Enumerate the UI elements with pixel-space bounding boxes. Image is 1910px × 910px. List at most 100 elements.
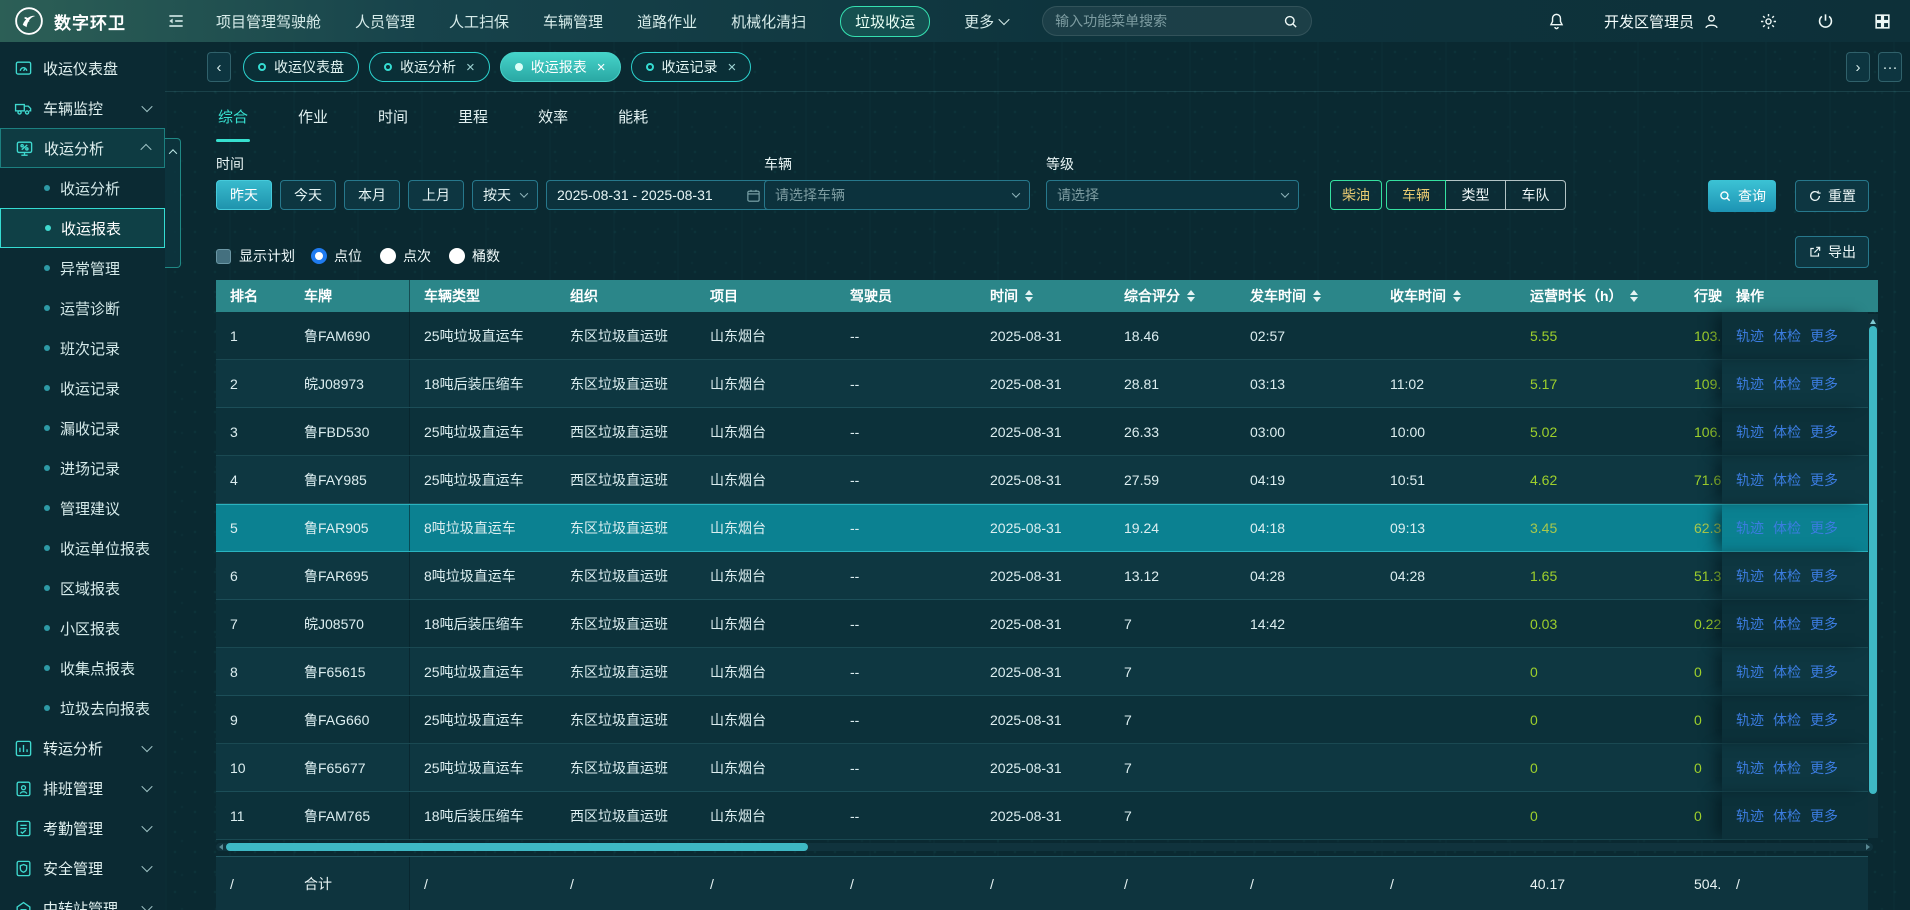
- subtab-1[interactable]: 作业: [296, 102, 330, 138]
- top-menu-item[interactable]: 机械化清扫: [731, 11, 806, 32]
- column-header-date[interactable]: 时间: [976, 280, 1110, 312]
- action-link[interactable]: 体检: [1773, 470, 1801, 490]
- top-menu-item[interactable]: 垃圾收运: [840, 6, 930, 37]
- action-link[interactable]: 更多: [1810, 470, 1838, 490]
- metric-radio[interactable]: 点位: [311, 246, 362, 266]
- action-link[interactable]: 更多: [1810, 662, 1838, 682]
- action-link[interactable]: 轨迹: [1736, 662, 1764, 682]
- vertical-scrollbar-thumb[interactable]: [1869, 326, 1877, 794]
- sidebar-subitem[interactable]: 收运分析: [0, 168, 165, 208]
- horizontal-scrollbar-thumb[interactable]: [226, 843, 808, 851]
- action-link[interactable]: 轨迹: [1736, 518, 1764, 538]
- sidebar-subitem[interactable]: 垃圾去向报表: [0, 688, 165, 728]
- show-plan-checkbox[interactable]: [216, 249, 231, 264]
- sidebar-item[interactable]: 考勤管理: [0, 808, 165, 848]
- table-row[interactable]: 4鲁FAY98525吨垃圾直运车西区垃圾直运班山东烟台--2025-08-312…: [216, 456, 1868, 504]
- action-link[interactable]: 轨迹: [1736, 422, 1764, 442]
- column-header-depart[interactable]: 发车时间: [1236, 280, 1376, 312]
- action-link[interactable]: 轨迹: [1736, 326, 1764, 346]
- granularity-select[interactable]: 按天: [472, 180, 538, 210]
- date-quick-button[interactable]: 上月: [408, 180, 464, 210]
- column-header-score[interactable]: 综合评分: [1110, 280, 1236, 312]
- top-menu-item[interactable]: 人员管理: [355, 11, 415, 32]
- table-row[interactable]: 7皖J0857018吨后装压缩车东区垃圾直运班山东烟台--2025-08-317…: [216, 600, 1868, 648]
- action-link[interactable]: 轨迹: [1736, 374, 1764, 394]
- vertical-scrollbar[interactable]: [1868, 314, 1878, 838]
- tab-pill[interactable]: 收运报表×: [500, 52, 621, 82]
- action-link[interactable]: 体检: [1773, 374, 1801, 394]
- column-header-duration[interactable]: 运营时长（h）: [1516, 280, 1680, 312]
- tabs-scroll-right-button[interactable]: ›: [1846, 52, 1870, 82]
- export-button[interactable]: 导出: [1795, 236, 1869, 268]
- action-link[interactable]: 更多: [1810, 566, 1838, 586]
- sort-icon[interactable]: [1187, 286, 1195, 306]
- action-link[interactable]: 轨迹: [1736, 566, 1764, 586]
- action-link[interactable]: 更多: [1810, 374, 1838, 394]
- power-icon[interactable]: [1816, 12, 1835, 31]
- tab-pill[interactable]: 收运分析×: [369, 52, 490, 82]
- table-row[interactable]: 10鲁F6567725吨垃圾直运车东区垃圾直运班山东烟台--2025-08-31…: [216, 744, 1868, 792]
- sidebar-subitem[interactable]: 收运记录: [0, 368, 165, 408]
- close-icon[interactable]: ×: [597, 59, 606, 76]
- sidebar-subitem[interactable]: 小区报表: [0, 608, 165, 648]
- user-area[interactable]: 开发区管理员: [1604, 11, 1721, 32]
- action-link[interactable]: 轨迹: [1736, 806, 1764, 826]
- table-row[interactable]: 11鲁FAM76518吨后装压缩车西区垃圾直运班山东烟台--2025-08-31…: [216, 792, 1868, 840]
- metric-radio[interactable]: 点次: [380, 246, 431, 266]
- level-select[interactable]: 请选择: [1046, 180, 1299, 210]
- tabs-scroll-left-button[interactable]: ‹: [207, 52, 231, 82]
- action-link[interactable]: 体检: [1773, 710, 1801, 730]
- sort-icon[interactable]: [1630, 286, 1638, 306]
- sidebar-item[interactable]: 中转站管理: [0, 888, 165, 910]
- action-link[interactable]: 体检: [1773, 422, 1801, 442]
- close-icon[interactable]: ×: [728, 59, 737, 76]
- menu-search-input[interactable]: [1055, 13, 1282, 29]
- action-link[interactable]: 体检: [1773, 518, 1801, 538]
- sidebar-item[interactable]: 排班管理: [0, 768, 165, 808]
- sidebar-subitem[interactable]: 运营诊断: [0, 288, 165, 328]
- sort-icon[interactable]: [1453, 286, 1461, 306]
- action-link[interactable]: 更多: [1810, 326, 1838, 346]
- tabs-more-button[interactable]: ···: [1878, 52, 1902, 82]
- action-link[interactable]: 轨迹: [1736, 758, 1764, 778]
- action-link[interactable]: 更多: [1810, 422, 1838, 442]
- search-icon[interactable]: [1282, 13, 1299, 30]
- subtab-2[interactable]: 时间: [376, 102, 410, 138]
- sidebar-subitem[interactable]: 收运单位报表: [0, 528, 165, 568]
- reset-button[interactable]: 重置: [1795, 180, 1869, 212]
- sidebar-subitem[interactable]: 漏收记录: [0, 408, 165, 448]
- table-row[interactable]: 6鲁FAR6958吨垃圾直运车东区垃圾直运班山东烟台--2025-08-3113…: [216, 552, 1868, 600]
- action-link[interactable]: 更多: [1810, 518, 1838, 538]
- horizontal-scrollbar[interactable]: [216, 843, 1873, 851]
- sidebar-subitem[interactable]: 区域报表: [0, 568, 165, 608]
- segment-button[interactable]: 车队: [1506, 180, 1566, 210]
- top-menu-item[interactable]: 项目管理驾驶舱: [216, 11, 321, 32]
- sidebar-item[interactable]: 收运分析: [0, 128, 165, 168]
- top-menu-item[interactable]: 更多: [964, 11, 1008, 32]
- vehicle-select[interactable]: 请选择车辆: [764, 180, 1030, 210]
- subtab-5[interactable]: 能耗: [616, 102, 650, 138]
- top-menu-item[interactable]: 车辆管理: [543, 11, 603, 32]
- date-quick-button[interactable]: 今天: [280, 180, 336, 210]
- sort-icon[interactable]: [1025, 286, 1033, 306]
- action-link[interactable]: 轨迹: [1736, 470, 1764, 490]
- action-link[interactable]: 轨迹: [1736, 614, 1764, 634]
- sidebar-subitem[interactable]: 管理建议: [0, 488, 165, 528]
- tab-pill[interactable]: 收运仪表盘: [243, 52, 359, 82]
- subtab-4[interactable]: 效率: [536, 102, 570, 138]
- sidebar-subitem[interactable]: 进场记录: [0, 448, 165, 488]
- query-button[interactable]: 查询: [1708, 180, 1776, 212]
- action-link[interactable]: 体检: [1773, 614, 1801, 634]
- sidebar-subitem[interactable]: 异常管理: [0, 248, 165, 288]
- table-row[interactable]: 3鲁FBD53025吨垃圾直运车西区垃圾直运班山东烟台--2025-08-312…: [216, 408, 1868, 456]
- date-quick-button[interactable]: 本月: [344, 180, 400, 210]
- apps-grid-icon[interactable]: [1873, 12, 1892, 31]
- date-quick-button[interactable]: 昨天: [216, 180, 272, 210]
- action-link[interactable]: 体检: [1773, 758, 1801, 778]
- menu-search[interactable]: [1042, 6, 1312, 36]
- top-menu-item[interactable]: 道路作业: [637, 11, 697, 32]
- sidebar-subitem[interactable]: 班次记录: [0, 328, 165, 368]
- action-link[interactable]: 更多: [1810, 614, 1838, 634]
- tab-pill[interactable]: 收运记录×: [631, 52, 752, 82]
- column-header-return[interactable]: 收车时间: [1376, 280, 1516, 312]
